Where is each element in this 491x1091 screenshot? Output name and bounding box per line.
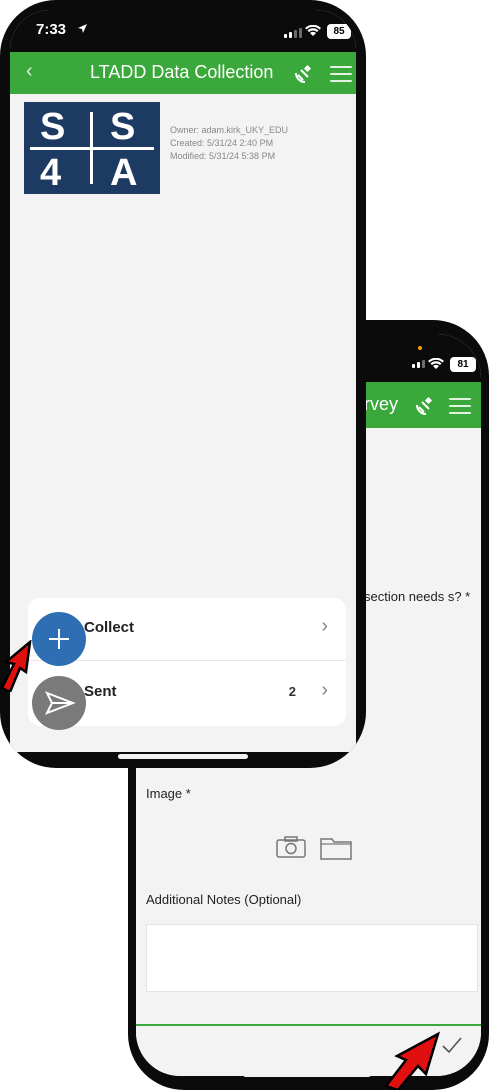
logo-letter: S [110, 106, 136, 148]
notes-field-label: Additional Notes (Optional) [146, 892, 302, 907]
logo-letter: 4 [40, 152, 62, 194]
image-picker [276, 836, 352, 860]
home-phone: 7:33 85 ‹ LTADD Data Collection S S 4 A … [0, 0, 366, 768]
image-field-label: Image * [146, 786, 191, 801]
location-arrow-icon [78, 24, 87, 33]
notes-input[interactable] [146, 924, 478, 992]
survey-meta: Owner: adam.kirk_UKY_EDU Created: 5/31/2… [170, 124, 288, 163]
chevron-right-icon: › [321, 679, 328, 701]
logo-divider [30, 147, 154, 150]
signal-icon [284, 28, 302, 38]
battery-indicator: 85 [327, 24, 351, 39]
sent-count: 2 [288, 684, 296, 699]
wifi-icon [305, 25, 321, 36]
back-chevron-icon[interactable]: ‹ [26, 60, 33, 83]
mic-indicator [418, 346, 422, 350]
s4a-logo: S S 4 A [24, 102, 160, 194]
collect-button[interactable] [32, 612, 86, 666]
plus-icon [49, 629, 69, 649]
folder-icon[interactable] [320, 836, 352, 860]
collect-label: Collect [84, 619, 135, 636]
signal-icon [412, 360, 425, 368]
red-arrow-collect [0, 640, 32, 692]
wifi-icon [428, 358, 444, 369]
logo-letter: A [110, 152, 138, 194]
page-title: LTADD Data Collection [90, 62, 274, 82]
satellite-icon[interactable] [414, 393, 438, 417]
sent-label: Sent [84, 683, 117, 700]
camera-icon[interactable] [276, 836, 306, 858]
created-text: Created: 5/31/24 2:40 PM [170, 138, 274, 148]
red-arrow-submit [383, 1031, 440, 1090]
survey-title: rvey [364, 394, 399, 414]
home-indicator [243, 1072, 371, 1077]
home-indicator [118, 754, 248, 759]
status-bar: 7:33 85 [10, 10, 356, 52]
modified-text: Modified: 5/31/24 5:38 PM [170, 151, 276, 161]
menu-icon[interactable] [449, 398, 471, 414]
checkmark-icon[interactable] [441, 1036, 463, 1054]
chevron-right-icon: › [321, 615, 328, 637]
app-header: ‹ LTADD Data Collection [10, 52, 356, 94]
satellite-icon[interactable] [293, 61, 317, 85]
battery-indicator: 81 [450, 357, 476, 372]
question-text: section needs s? * [364, 589, 471, 604]
logo-letter: S [40, 106, 66, 148]
send-icon [44, 691, 76, 715]
clock: 7:33 [36, 21, 67, 38]
menu-icon[interactable] [330, 66, 352, 82]
sent-button[interactable] [32, 676, 86, 730]
owner-text: Owner: adam.kirk_UKY_EDU [170, 125, 289, 135]
